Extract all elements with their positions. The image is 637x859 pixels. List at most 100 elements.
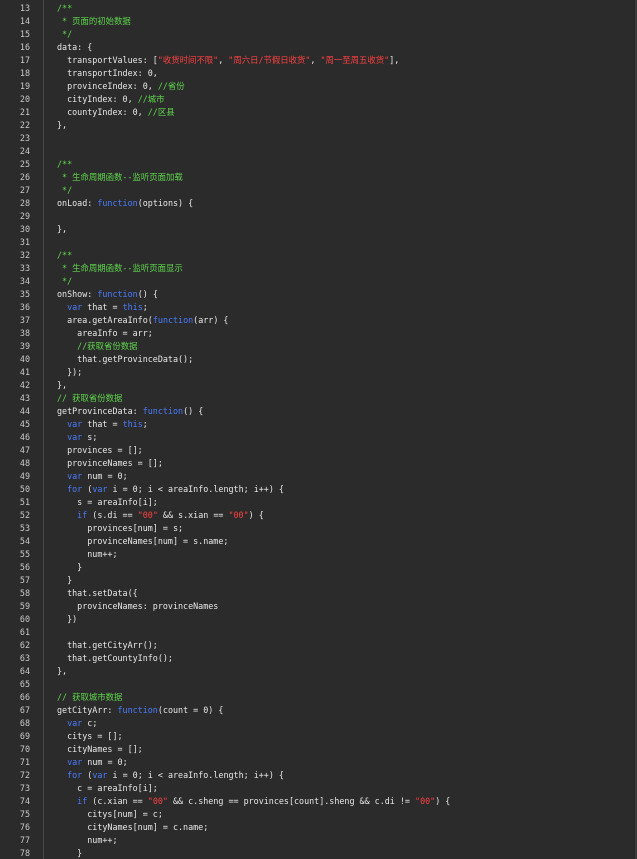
code-line[interactable]: 52 if (s.di == "00" && s.xian == "00") { bbox=[0, 509, 637, 522]
code-line[interactable]: 23 bbox=[0, 132, 637, 145]
line-number: 43 bbox=[19, 393, 30, 403]
code-text: * 生命周期函数--监听页面加载 bbox=[30, 171, 183, 184]
code-line[interactable]: 74 if (c.xian == "00" && c.sheng == prov… bbox=[0, 795, 637, 808]
code-text: c = areaInfo[i]; bbox=[30, 782, 158, 795]
code-line[interactable]: 62 that.getCityArr(); bbox=[0, 639, 637, 652]
code-line[interactable]: 40 that.getProvinceData(); bbox=[0, 353, 637, 366]
code-token: "周六日/节假日收货" bbox=[228, 55, 311, 65]
line-number: 55 bbox=[19, 549, 30, 559]
code-line[interactable]: 15 */ bbox=[0, 28, 637, 41]
code-line[interactable]: 29 bbox=[0, 210, 637, 223]
code-line[interactable]: 21 countyIndex: 0, //区县 bbox=[0, 106, 637, 119]
code-line[interactable]: 53 provinces[num] = s; bbox=[0, 522, 637, 535]
code-line[interactable]: 45 var that = this; bbox=[0, 418, 637, 431]
code-line[interactable]: 22}, bbox=[0, 119, 637, 132]
code-token: data: { bbox=[57, 42, 93, 52]
line-number: 68 bbox=[19, 718, 30, 728]
code-line[interactable]: 18 transportIndex: 0, bbox=[0, 67, 637, 80]
code-line[interactable]: 44 getProvinceData: function() { bbox=[0, 405, 637, 418]
code-line[interactable]: 55 num++; bbox=[0, 548, 637, 561]
code-token: /** bbox=[57, 159, 73, 169]
line-number: 38 bbox=[19, 328, 30, 338]
code-token: var bbox=[67, 718, 83, 728]
code-line[interactable]: 16 data: { bbox=[0, 41, 637, 54]
code-line[interactable]: 27 */ bbox=[0, 184, 637, 197]
line-number: 18 bbox=[19, 68, 30, 78]
code-editor[interactable]: 13/** 14 * 页面的初始数据 15 */16 data: {17 transp… bbox=[0, 0, 637, 859]
code-line[interactable]: 60 }) bbox=[0, 613, 637, 626]
code-line[interactable]: 33 * 生命周期函数--监听页面显示 bbox=[0, 262, 637, 275]
code-text: data: { bbox=[30, 41, 92, 54]
code-line[interactable]: 64}, bbox=[0, 665, 637, 678]
code-text: that.setData({ bbox=[30, 587, 138, 600]
code-line[interactable]: 63 that.getCountyInfo(); bbox=[0, 652, 637, 665]
code-token: * 生命周期函数--监听页面加载 bbox=[57, 172, 183, 182]
code-line[interactable]: 73 c = areaInfo[i]; bbox=[0, 782, 637, 795]
code-line[interactable]: 13 /** bbox=[0, 2, 637, 15]
code-line[interactable]: 20 cityIndex: 0, //城市 bbox=[0, 93, 637, 106]
code-line[interactable]: 49 var num = 0; bbox=[0, 470, 637, 483]
code-line[interactable]: 38 areaInfo = arr; bbox=[0, 327, 637, 340]
code-line[interactable]: 19 provinceIndex: 0, //省份 bbox=[0, 80, 637, 93]
code-line[interactable]: 78 } bbox=[0, 847, 637, 859]
code-text: */ bbox=[30, 275, 72, 288]
code-line[interactable]: 34 */ bbox=[0, 275, 637, 288]
code-token: */ bbox=[57, 276, 73, 286]
code-line[interactable]: 35 onShow: function() { bbox=[0, 288, 637, 301]
code-line[interactable]: 65 bbox=[0, 678, 637, 691]
code-line[interactable]: 42}, bbox=[0, 379, 637, 392]
code-line[interactable]: 26 * 生命周期函数--监听页面加载 bbox=[0, 171, 637, 184]
code-token: ) { bbox=[248, 510, 264, 520]
code-token: num++; bbox=[57, 549, 118, 559]
code-line[interactable]: 17 transportValues: ["收货时间不限", "周六日/节假日收… bbox=[0, 54, 637, 67]
code-line[interactable]: 25 /** bbox=[0, 158, 637, 171]
code-line[interactable]: 67 getCityArr: function(count = 0) { bbox=[0, 704, 637, 717]
code-line[interactable]: 75 citys[num] = c; bbox=[0, 808, 637, 821]
code-line[interactable]: 51 s = areaInfo[i]; bbox=[0, 496, 637, 509]
line-number: 41 bbox=[19, 367, 30, 377]
code-line[interactable]: 48 provinceNames = []; bbox=[0, 457, 637, 470]
code-text: that.getCityArr(); bbox=[30, 639, 158, 652]
code-line[interactable]: 71 var num = 0; bbox=[0, 756, 637, 769]
code-line[interactable]: 76 cityNames[num] = c.name; bbox=[0, 821, 637, 834]
code-line[interactable]: 14 * 页面的初始数据 bbox=[0, 15, 637, 28]
code-text: }); bbox=[30, 366, 82, 379]
code-line[interactable]: 68 var c; bbox=[0, 717, 637, 730]
code-line[interactable]: 56 } bbox=[0, 561, 637, 574]
code-line[interactable]: 39 //获取省份数据 bbox=[0, 340, 637, 353]
code-line[interactable]: 36 var that = this; bbox=[0, 301, 637, 314]
code-line[interactable]: 66 // 获取城市数据 bbox=[0, 691, 637, 704]
code-line[interactable]: 57 } bbox=[0, 574, 637, 587]
code-token: transportIndex: 0, bbox=[57, 68, 158, 78]
code-token: ; bbox=[142, 302, 148, 312]
code-line[interactable]: 58 that.setData({ bbox=[0, 587, 637, 600]
code-text: provinces[num] = s; bbox=[30, 522, 183, 535]
code-line[interactable]: 77 num++; bbox=[0, 834, 637, 847]
code-line[interactable]: 32 /** bbox=[0, 249, 637, 262]
code-line[interactable]: 61 bbox=[0, 626, 637, 639]
code-line[interactable]: 37 area.getAreaInfo(function(arr) { bbox=[0, 314, 637, 327]
line-number: 72 bbox=[19, 770, 30, 780]
code-line[interactable]: 54 provinceNames[num] = s.name; bbox=[0, 535, 637, 548]
code-token: }, bbox=[57, 120, 68, 130]
code-line[interactable]: 72 for (var i = 0; i < areaInfo.length; … bbox=[0, 769, 637, 782]
code-line[interactable]: 59 provinceNames: provinceNames bbox=[0, 600, 637, 613]
line-number: 37 bbox=[19, 315, 30, 325]
line-number: 33 bbox=[19, 263, 30, 273]
code-line[interactable]: 46 var s; bbox=[0, 431, 637, 444]
code-line[interactable]: 30}, bbox=[0, 223, 637, 236]
code-token: that.getCountyInfo(); bbox=[57, 653, 173, 663]
code-line[interactable]: 50 for (var i = 0; i < areaInfo.length; … bbox=[0, 483, 637, 496]
code-line[interactable]: 28 onLoad: function(options) { bbox=[0, 197, 637, 210]
code-line[interactable]: 43 // 获取省份数据 bbox=[0, 392, 637, 405]
code-line[interactable]: 47 provinces = []; bbox=[0, 444, 637, 457]
code-line[interactable]: 69 citys = []; bbox=[0, 730, 637, 743]
code-line[interactable]: 41 }); bbox=[0, 366, 637, 379]
code-token: function bbox=[142, 406, 184, 416]
code-token: ( bbox=[82, 484, 93, 494]
code-line[interactable]: 24 bbox=[0, 145, 637, 158]
code-line[interactable]: 31 bbox=[0, 236, 637, 249]
code-line[interactable]: 70 cityNames = []; bbox=[0, 743, 637, 756]
